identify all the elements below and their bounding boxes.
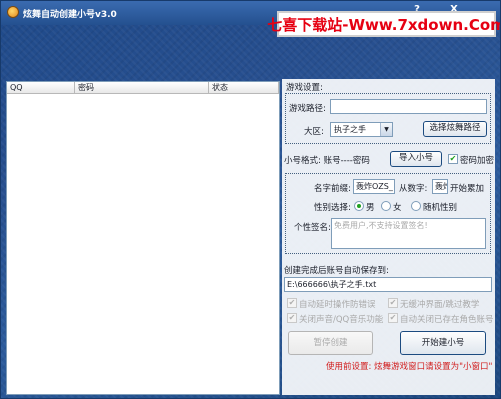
region-label: 大区: [304,127,324,137]
game-settings-heading: 游戏设置: [286,83,323,93]
auto-close-role-checkbox[interactable]: ✔ [388,313,398,323]
name-prefix-input[interactable]: 轰炸OZS_ [353,179,395,194]
import-accounts-button[interactable]: 导入小号 [390,151,442,167]
gender-female-label: 女 [393,203,402,213]
save-label: 创建完成后账号自动保存到: [284,266,389,276]
digit-label: 从数字: [399,184,428,194]
column-qq[interactable]: QQ [7,82,75,93]
close-sound-checkbox[interactable]: ✔ [287,313,297,323]
auto-delay-checkbox[interactable]: ✔ [287,298,297,308]
game-path-label: 游戏路径: [289,104,326,114]
column-password[interactable]: 密码 [75,82,209,93]
account-list[interactable]: QQ 密码 状态 [6,81,280,395]
gender-female-radio[interactable] [381,201,391,211]
auto-delay-label: 自动延时操作防错误 [299,300,376,310]
no-ui-label: 无缓冲界面/跳过教学 [400,300,480,310]
gender-label: 性别选择: [314,203,351,213]
list-header: QQ 密码 状态 [7,82,279,94]
watermark-banner: 七喜下载站-Www.7xdown.Com [267,11,500,37]
chevron-down-icon: ▼ [380,123,392,136]
region-value: 执子之手 [334,125,366,134]
gender-male-radio[interactable] [354,201,364,211]
settings-panel: 游戏设置: 游戏路径: 大区: 执子之手 ▼ 选择炫舞路径 小号格式: 账号--… [282,79,495,395]
close-sound-label: 关闭声音/QQ音乐功能 [299,315,384,325]
save-path-input[interactable]: E:\666666\执子之手.txt [284,277,492,292]
app-window: 炫舞自动创建小号v3.0 ? _ X 七喜下载站-Www.7xdown.Com … [0,0,501,399]
no-ui-checkbox[interactable]: ✔ [388,298,398,308]
character-group: 名字前缀: 轰炸OZS_ 从数字: 轰炸 开始累加 性别选择: 男 女 随机性别… [285,173,491,254]
digit-suffix: 开始累加 [450,184,485,194]
window-title: 炫舞自动创建小号v3.0 [23,10,117,20]
footer-note: 使用前设置: 炫舞游戏窗口请设置为"小窗口" [326,362,493,372]
column-status[interactable]: 状态 [209,82,279,93]
signature-input[interactable]: 免费用户,不支持设置签名! [331,218,486,249]
auto-close-role-label: 自动关闭已存在角色账号 [400,315,494,325]
encrypt-label: 密码加密 [460,156,495,166]
digit-input[interactable]: 轰炸 [432,179,448,194]
pause-button[interactable]: 暂停创建 [288,331,373,355]
gender-random-label: 随机性别 [423,203,458,213]
choose-path-button[interactable]: 选择炫舞路径 [423,121,487,137]
name-prefix-label: 名字前缀: [314,184,351,194]
signature-label: 个性签名: [294,223,331,233]
encrypt-checkbox[interactable]: ✔ [448,154,458,164]
gender-male-label: 男 [366,203,375,213]
app-icon [7,6,19,18]
account-format-label: 小号格式: 账号----密码 [284,156,370,166]
game-settings-group: 游戏路径: 大区: 执子之手 ▼ 选择炫舞路径 [285,93,491,144]
gender-random-radio[interactable] [411,201,421,211]
region-select[interactable]: 执子之手 ▼ [330,122,393,137]
game-path-input[interactable] [330,99,487,114]
start-button[interactable]: 开始建小号 [400,331,486,355]
